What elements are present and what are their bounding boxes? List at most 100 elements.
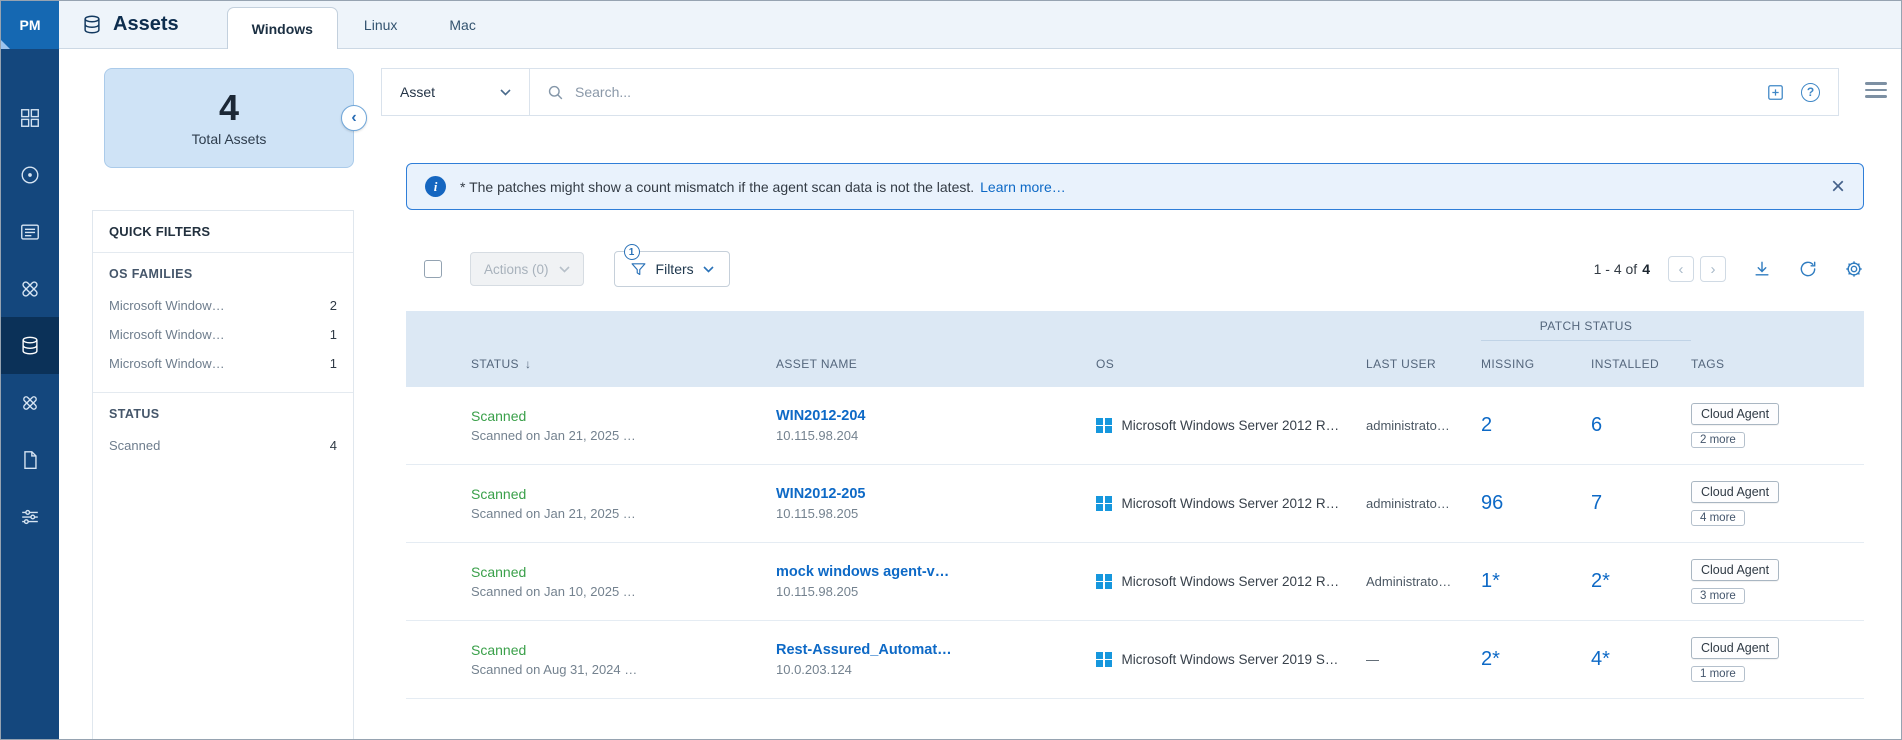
page-title-wrap: Assets [59, 1, 179, 48]
tab-mac[interactable]: Mac [423, 1, 501, 48]
quick-filter-os-family-2[interactable]: Microsoft Window… 1 [109, 320, 337, 349]
installed-patches-count[interactable]: 6 [1591, 414, 1691, 437]
asset-ip: 10.115.98.205 [776, 506, 859, 521]
app-window: PM Assets Windows Linux Mac 4 Total Asse… [0, 0, 1902, 740]
os-cell: Microsoft Windows Server 2012 R… [1096, 573, 1366, 590]
refresh-icon[interactable] [1798, 259, 1818, 279]
menu-icon[interactable] [1865, 82, 1887, 98]
help-icon[interactable]: ? [1801, 82, 1820, 102]
search-bar: Asset ? [381, 68, 1839, 116]
tag-pill[interactable]: Cloud Agent [1691, 559, 1780, 581]
pagination-text: 1 - 4 of 4 [1594, 261, 1650, 277]
asset-name-link[interactable]: mock windows agent-v… [776, 564, 1086, 580]
os-name: Microsoft Windows Server 2019 S… [1121, 652, 1339, 667]
main-content: Asset ? [381, 49, 1901, 739]
more-tags-pill[interactable]: 4 more [1691, 510, 1745, 526]
patch-status-group-header: PATCH STATUS [1481, 311, 1691, 341]
download-icon[interactable] [1752, 259, 1772, 279]
installed-patches-count[interactable]: 7 [1591, 492, 1691, 515]
filters-button[interactable]: 1 Filters [613, 244, 730, 287]
total-assets-value: 4 [218, 86, 240, 128]
select-all-checkbox[interactable] [424, 260, 442, 278]
asset-name-link[interactable]: WIN2012-205 [776, 486, 1086, 502]
missing-patches-count[interactable]: 2* [1481, 648, 1591, 671]
column-header-installed[interactable]: INSTALLED [1591, 341, 1691, 387]
tags-cell: Cloud Agent 2 more [1691, 387, 1864, 464]
column-label: ASSET NAME [776, 357, 858, 371]
table-row[interactable]: Scanned Scanned on Jan 21, 2025 … WIN201… [406, 387, 1864, 465]
missing-patches-count[interactable]: 1* [1481, 570, 1591, 593]
table-row[interactable]: Scanned Scanned on Aug 31, 2024 … Rest-A… [406, 621, 1864, 699]
tab-linux[interactable]: Linux [338, 1, 423, 48]
group-header-row: PATCH STATUS [406, 311, 1864, 341]
sidebar-item-configuration[interactable] [1, 488, 59, 545]
installed-patches-count[interactable]: 4* [1591, 648, 1691, 671]
prev-page-button[interactable]: ‹ [1668, 256, 1694, 282]
table-row[interactable]: Scanned Scanned on Jan 21, 2025 … WIN201… [406, 465, 1864, 543]
add-widget-icon[interactable] [1766, 83, 1785, 102]
search-entity-dropdown[interactable]: Asset [382, 69, 530, 115]
column-label: OS [1096, 357, 1115, 371]
filters-button-label: Filters [655, 261, 694, 277]
search-input[interactable] [575, 84, 1766, 100]
scan-status: Scanned [471, 642, 527, 658]
radar-icon [21, 166, 39, 183]
sidebar-item-patches[interactable] [1, 260, 59, 317]
tag-pill[interactable]: Cloud Agent [1691, 403, 1780, 425]
settings-gear-icon[interactable] [1844, 259, 1864, 279]
column-header-status[interactable]: STATUS ↓ [471, 341, 776, 387]
column-header-missing[interactable]: MISSING [1481, 341, 1591, 387]
collapse-panel-button[interactable]: ‹ [341, 105, 367, 131]
column-header-tags[interactable]: TAGS [1691, 341, 1864, 387]
assets-title-icon [84, 15, 100, 34]
next-page-button[interactable]: › [1700, 256, 1726, 282]
sidebar-item-reports[interactable] [1, 431, 59, 488]
info-banner: i * The patches might show a count misma… [406, 163, 1864, 210]
tab-windows[interactable]: Windows [226, 7, 338, 49]
asset-name-cell: WIN2012-204 10.115.98.204 [776, 408, 1096, 443]
tag-pill[interactable]: Cloud Agent [1691, 637, 1780, 659]
chevron-down-icon [500, 88, 511, 96]
table-row[interactable]: Scanned Scanned on Jan 10, 2025 … mock w… [406, 543, 1864, 621]
missing-patches-count[interactable]: 2 [1481, 414, 1591, 437]
assets-table: PATCH STATUS STATUS ↓ ASSET NAME OS LAST… [406, 311, 1864, 699]
filter-label: Scanned [109, 438, 161, 453]
last-user-cell: administrato… [1366, 496, 1450, 511]
status-cell: Scanned Scanned on Jan 10, 2025 … [471, 564, 776, 599]
banner-text: * The patches might show a count mismatc… [460, 178, 975, 195]
column-header-asset-name[interactable]: ASSET NAME [776, 341, 1096, 387]
more-tags-pill[interactable]: 1 more [1691, 666, 1745, 682]
asset-name-link[interactable]: WIN2012-204 [776, 408, 1086, 424]
asset-ip: 10.0.203.124 [776, 662, 852, 677]
close-icon[interactable]: × [1831, 174, 1845, 199]
sidebar-item-scans[interactable] [1, 146, 59, 203]
quick-filter-os-family-3[interactable]: Microsoft Window… 1 [109, 349, 337, 378]
filter-count: 2 [329, 298, 337, 313]
sliders-icon [22, 509, 38, 524]
filters-count-badge: 1 [623, 244, 640, 260]
quick-filter-status-scanned[interactable]: Scanned 4 [109, 431, 337, 460]
column-header-os[interactable]: OS [1096, 341, 1366, 387]
sidebar-item-dashboard[interactable] [1, 89, 59, 146]
learn-more-link[interactable]: Learn more… [980, 179, 1066, 195]
actions-button[interactable]: Actions (0) [470, 252, 584, 286]
sidebar-item-catalog[interactable] [1, 203, 59, 260]
chevron-left-icon: ‹ [1678, 260, 1684, 278]
column-label: TAGS [1691, 357, 1725, 371]
total-assets-card: 4 Total Assets [104, 68, 354, 168]
app-logo[interactable]: PM [1, 1, 59, 49]
column-label: STATUS [471, 357, 519, 371]
filter-count: 4 [329, 438, 337, 453]
column-header-last-user[interactable]: LAST USER [1366, 341, 1481, 387]
sidebar-item-jobs[interactable] [1, 374, 59, 431]
quick-filter-os-family-1[interactable]: Microsoft Window… 2 [109, 291, 337, 320]
missing-patches-count[interactable]: 96 [1481, 492, 1591, 515]
more-tags-pill[interactable]: 3 more [1691, 588, 1745, 604]
last-user-cell: Administrato… [1366, 574, 1452, 589]
more-tags-pill[interactable]: 2 more [1691, 432, 1745, 448]
installed-patches-count[interactable]: 2* [1591, 570, 1691, 593]
tag-pill[interactable]: Cloud Agent [1691, 481, 1780, 503]
status-cell: Scanned Scanned on Jan 21, 2025 … [471, 486, 776, 521]
asset-name-link[interactable]: Rest-Assured_Automat… [776, 642, 1086, 658]
sidebar-item-assets[interactable] [1, 317, 59, 374]
